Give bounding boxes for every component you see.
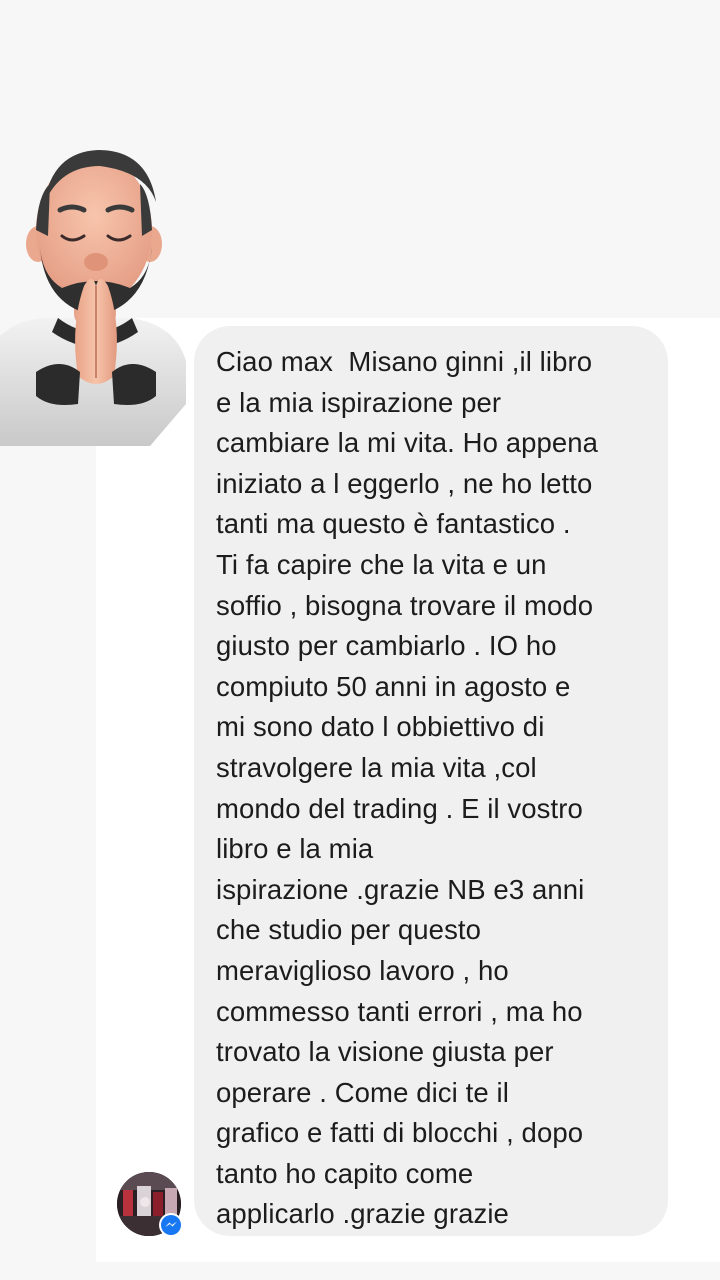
- screenshot-bottom-background: [0, 1262, 720, 1280]
- memoji-praying-hands-icon: [0, 150, 186, 446]
- message-text: Ciao max Misano ginni ,il libro e la mia…: [216, 346, 599, 1230]
- messenger-badge: [159, 1213, 183, 1237]
- messenger-icon: [161, 1215, 181, 1235]
- message-bubble[interactable]: Ciao max Misano ginni ,il libro e la mia…: [194, 326, 668, 1236]
